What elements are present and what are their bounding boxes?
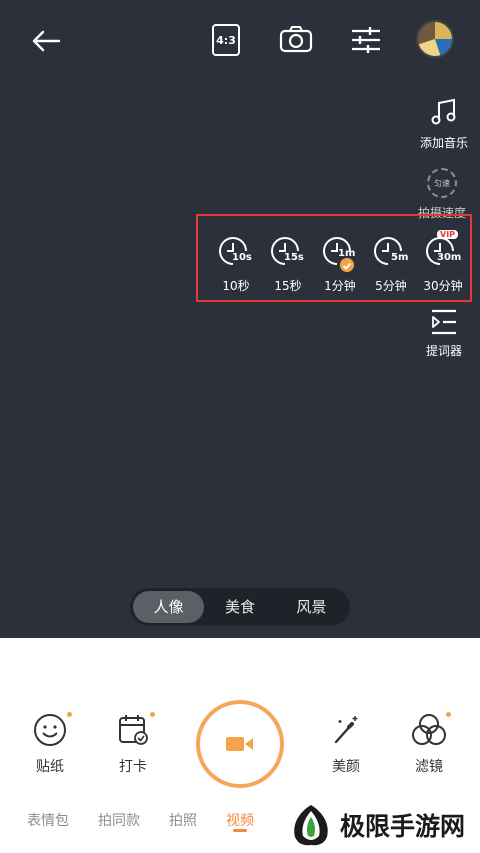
mode-landscape[interactable]: 风景	[276, 591, 347, 623]
tab-video[interactable]: 视频	[226, 810, 254, 830]
arrow-left-icon	[32, 30, 61, 52]
calendar-check-icon	[119, 715, 148, 745]
new-dot	[67, 712, 72, 717]
teleprompter-icon	[432, 309, 456, 335]
smiley-face-icon	[34, 714, 66, 746]
camera-preview[interactable]	[0, 0, 480, 638]
speed-badge: 匀速	[434, 178, 450, 188]
tab-emoji[interactable]: 表情包	[27, 810, 69, 830]
music-note-icon	[431, 98, 456, 125]
duration-short-label: 30m	[437, 252, 462, 263]
user-avatar[interactable]	[416, 20, 454, 58]
watermark-text: 极限手游网	[340, 812, 466, 841]
settings-adjust-button[interactable]	[348, 24, 384, 56]
new-dot	[446, 712, 451, 717]
sliders-icon	[352, 27, 380, 53]
aspect-ratio-button[interactable]: 4:3	[212, 24, 240, 56]
duration-option-15s[interactable]: 15s 15秒	[261, 234, 315, 294]
add-music-button[interactable]: 添加音乐	[412, 98, 476, 151]
filter-button[interactable]: 滤镜	[399, 712, 459, 776]
magic-wand-icon	[334, 716, 358, 744]
selected-check-icon	[340, 258, 354, 272]
duration-label: 5分钟	[375, 279, 407, 293]
speed-dial-icon: 匀速	[427, 168, 457, 198]
duration-option-5m[interactable]: 5m 5分钟	[364, 234, 418, 294]
duration-option-10s[interactable]: 10s 10秒	[209, 234, 263, 294]
filter-circles-icon	[412, 714, 446, 745]
new-dot	[150, 712, 155, 717]
tab-photo[interactable]: 拍照	[169, 810, 197, 830]
add-music-label: 添加音乐	[419, 136, 468, 150]
tab-same-style[interactable]: 拍同款	[98, 810, 140, 830]
checkin-label: 打卡	[119, 759, 147, 775]
duration-short-label: 15s	[284, 252, 304, 263]
duration-option-30m[interactable]: 30m VIP 30分钟	[416, 230, 470, 294]
duration-label: 10秒	[222, 279, 250, 293]
watermark-logo-icon	[294, 805, 328, 846]
duration-option-1m[interactable]: 1m 1分钟	[313, 234, 367, 294]
checkin-button[interactable]: 打卡	[103, 712, 163, 776]
duration-label: 30分钟	[423, 279, 463, 293]
beauty-button[interactable]: 美颜	[316, 712, 376, 776]
aspect-ratio-label: 4:3	[216, 33, 236, 47]
beauty-label: 美颜	[332, 759, 360, 775]
site-watermark: 极限手游网	[290, 800, 476, 850]
mode-food[interactable]: 美食	[204, 591, 275, 623]
teleprompter-label: 提词器	[425, 344, 462, 358]
record-button-inner	[204, 708, 276, 780]
filter-label: 滤镜	[415, 759, 443, 775]
active-tab-indicator	[233, 829, 247, 832]
camera-flip-icon	[279, 26, 313, 53]
scene-mode-switch: 人像 美食 风景	[130, 588, 350, 626]
duration-short-label: 10s	[232, 252, 252, 263]
sticker-button[interactable]: 贴纸	[20, 712, 80, 776]
record-button[interactable]	[196, 700, 284, 788]
teleprompter-button[interactable]: 提词器	[412, 308, 476, 359]
vip-badge: VIP	[437, 230, 459, 239]
back-button[interactable]	[26, 24, 66, 58]
video-camera-icon	[226, 737, 253, 751]
sticker-label: 贴纸	[36, 759, 64, 775]
camera-flip-button[interactable]	[276, 22, 316, 58]
duration-label: 15秒	[274, 279, 302, 293]
duration-short-label: 5m	[391, 252, 409, 263]
duration-label: 1分钟	[324, 279, 356, 293]
mode-portrait[interactable]: 人像	[133, 591, 205, 623]
